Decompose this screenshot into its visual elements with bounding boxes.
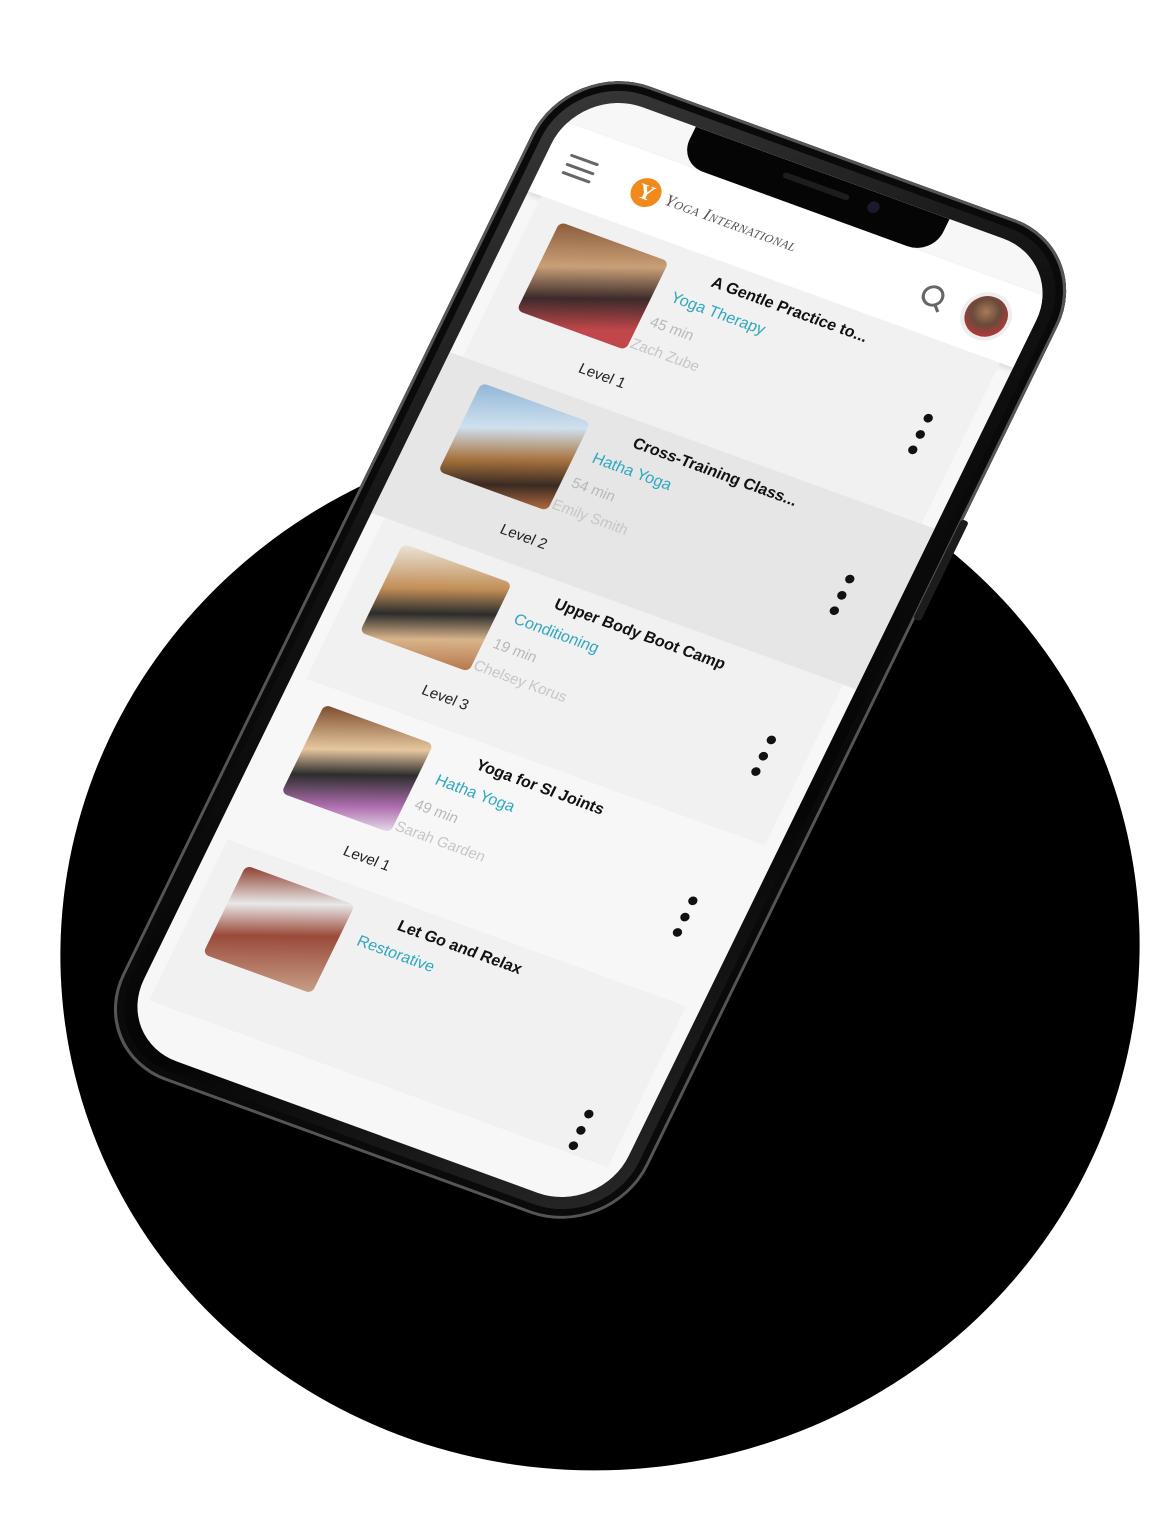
class-thumbnail[interactable] xyxy=(516,221,669,351)
logo-mark-icon: Y xyxy=(625,173,667,212)
search-icon[interactable] xyxy=(913,279,954,316)
more-vertical-icon[interactable] xyxy=(747,733,780,778)
class-thumbnail[interactable] xyxy=(202,865,355,994)
front-camera xyxy=(865,199,882,215)
class-list: A Gentle Practice to... Yoga Therapy 45 … xyxy=(115,191,1013,1215)
speaker xyxy=(781,171,851,202)
more-vertical-icon[interactable] xyxy=(904,412,937,457)
phone-frame: Y Yoga International A Gentle Practice t… xyxy=(84,57,1096,1243)
class-level: Level 1 xyxy=(340,842,394,875)
hamburger-icon[interactable] xyxy=(561,153,600,184)
more-vertical-icon[interactable] xyxy=(668,894,701,939)
class-thumbnail[interactable] xyxy=(438,382,591,511)
phone-screen: Y Yoga International A Gentle Practice t… xyxy=(114,84,1066,1216)
avatar[interactable] xyxy=(951,285,1021,348)
device-stage: Y Yoga International A Gentle Practice t… xyxy=(70,57,1096,1260)
class-thumbnail[interactable] xyxy=(281,704,434,833)
more-vertical-icon[interactable] xyxy=(564,1107,597,1152)
class-thumbnail[interactable] xyxy=(359,543,512,672)
class-level: Level 3 xyxy=(418,681,472,714)
class-level: Level 1 xyxy=(575,360,629,393)
class-level: Level 2 xyxy=(497,521,551,553)
